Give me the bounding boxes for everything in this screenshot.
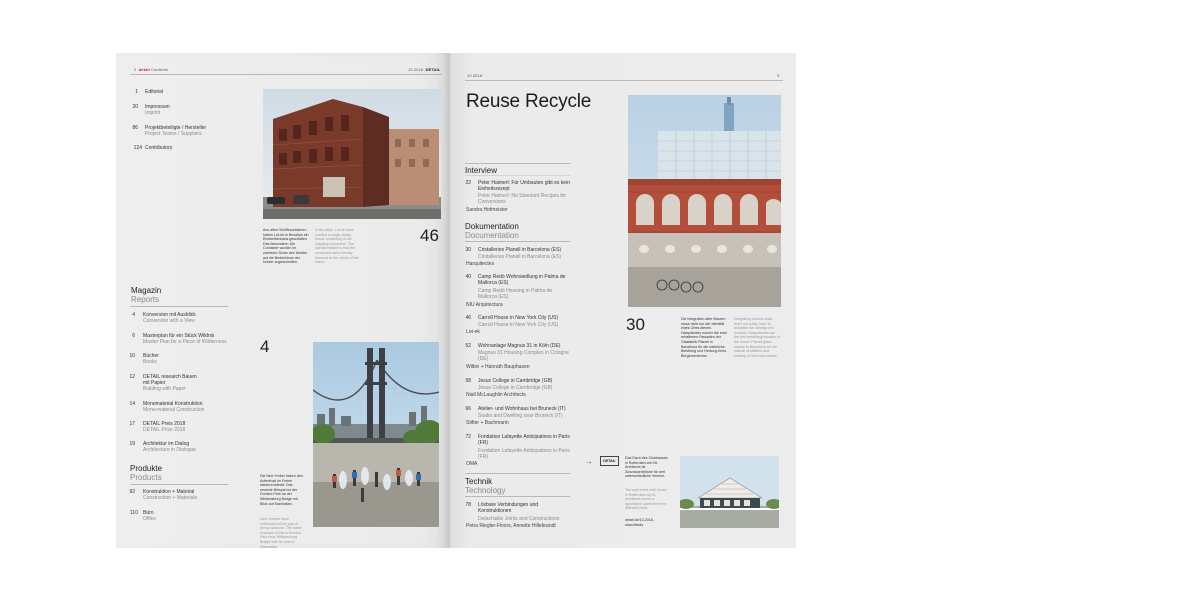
toc-num: 1	[135, 89, 138, 95]
toc-num: 17	[129, 421, 135, 427]
arrow-right-icon: →	[585, 457, 593, 466]
left-header: 2 detail Contents	[134, 67, 168, 72]
section-title: Produkte	[130, 464, 163, 473]
section-title: Interview	[465, 166, 498, 175]
feature-caption-de: Die Integration alter Mauern muss nicht …	[681, 317, 727, 358]
section-title: Technik	[465, 477, 493, 486]
page-title: Reuse Recycle	[466, 91, 592, 112]
toc-title: Atelier- und Wohnhaus bei Bruneck (IT)	[478, 406, 566, 412]
toc-title: Fondation Lafayette Anticipations in Par…	[478, 434, 570, 446]
toc-author: Stifter + Bachmann	[466, 420, 509, 426]
toc-author: NIU Arquitectura	[466, 302, 503, 308]
toc-num: 58	[465, 378, 471, 384]
toc-title: Peter Haimerl: Für Umbauten gibt es kein…	[478, 180, 570, 192]
toc-title-en: Camp Redó Housing in Palma de Mallorca (…	[478, 288, 553, 300]
toc-title: Contributors	[145, 145, 173, 151]
toc-num: 78	[465, 502, 471, 508]
toc-title: Lösbare Verbindungen und Konstruktionen	[478, 502, 539, 514]
toc-num: 10	[129, 353, 135, 359]
container-house-photo	[263, 89, 441, 219]
feature-number: 30	[626, 315, 645, 334]
clubhouse-photo	[680, 456, 779, 528]
toc-author: Petra Riegler-Floors, Annette Hillebrand…	[466, 523, 556, 529]
feature-caption-en: New Yorkers have rediscovered the joys o…	[260, 517, 302, 548]
toc-num: 40	[465, 274, 471, 280]
toc-title-en: Books	[143, 359, 157, 365]
toc-num: 20	[132, 104, 138, 110]
toc-num: 30	[465, 247, 471, 253]
feature-caption-en: In Brooklyn, Lot-ek have created a singl…	[315, 228, 359, 265]
toc-title-en: Project Teams / Suppliers	[145, 131, 202, 137]
section-title-en: Products	[130, 473, 162, 482]
toc-title: DETAIL research Bauen mit Papier	[143, 374, 197, 386]
toc-num: 46	[465, 315, 471, 321]
toc-author: Niall McLaughlin Architects	[466, 392, 526, 398]
toc-title-en: Mono-material Construction	[143, 407, 205, 413]
toc-author: Wilkin + Hanrath Bauphasen	[466, 364, 530, 370]
feature-number: 46	[420, 226, 439, 245]
left-page: 2 detail Contents 10.2018 DETAIL 1 Edito…	[116, 53, 450, 548]
feature-caption-de: Die New Yorker haben den Aufenthalt im F…	[260, 474, 303, 506]
toc-title-en: Fondation Lafayette Anticipations in Par…	[478, 448, 570, 460]
toc-title-en: Conversion with a View	[143, 318, 195, 324]
toc-title: Cristalleries Planell in Barcelona (ES)	[478, 247, 562, 253]
right-page: 10.2018 3 Reuse Recycle Interview 22 Pet…	[450, 53, 796, 548]
toc-title-en: Imprint	[145, 110, 161, 116]
toc-num: 52	[465, 343, 471, 349]
toc-num: 4	[132, 312, 135, 318]
toc-title-en: Office	[143, 516, 156, 522]
online-caption-de: Das Dach des Clubhauses in Rotterdam von…	[625, 456, 668, 479]
section-title-en: Documentation	[465, 231, 519, 240]
online-caption-en: The roof of the club house in Rotterdam …	[625, 488, 667, 511]
detail-logo: DETAIL	[600, 456, 619, 466]
toc-title-en: Master Plan for a Piece of Wilderness	[143, 339, 227, 345]
toc-title-en: Carroll House in New York City (US)	[478, 322, 559, 328]
toc-num: 92	[129, 489, 135, 495]
toc-author: OMA	[466, 461, 478, 467]
toc-num: 14	[129, 401, 135, 407]
section-title-en: Reports	[131, 295, 160, 304]
toc-title: Camp Redó Wohnsiedlung in Palma de Mallo…	[478, 274, 566, 286]
toc-title: Wohnanlage Magnus 31 in Köln (DE)	[478, 343, 561, 349]
factory-facade-photo	[628, 95, 781, 307]
right-header-issue: 10.2018	[467, 73, 483, 78]
toc-num: 6	[132, 333, 135, 339]
toc-title-en: Construction + Materials	[143, 495, 198, 501]
toc-title-en: DETAIL Prize 2018	[143, 427, 186, 433]
toc-title: Carroll House in New York City (US)	[478, 315, 559, 321]
toc-title-en: Jesus College in Cambridge (GB)	[478, 385, 553, 391]
toc-num: 12	[129, 374, 135, 380]
toc-author: Sandra Hofmeister	[466, 207, 508, 213]
feature-caption-de: Aus alten Schiffscontainern haben Lot-ek…	[263, 228, 309, 265]
toc-title-en: Architecture in Dialogue	[143, 447, 197, 453]
toc-title-en: Detachable Joints and Constructions	[478, 516, 560, 522]
toc-title-en: Studio and Dwelling near Bruneck (IT)	[478, 413, 563, 419]
toc-title-en: Building with Paper	[143, 386, 186, 392]
toc-title: Jesus College in Cambridge (GB)	[478, 378, 553, 384]
toc-author: Harquitectes	[466, 261, 495, 267]
toc-title-en: Cristalleries Planell in Barcelona (ES)	[478, 254, 562, 260]
toc-title-en: Magnus 31 Housing Complex in Cologne (DE…	[478, 350, 569, 362]
toc-num: 110	[130, 510, 138, 516]
toc-title-en: Peter Haimerl: No Standard Recipes for C…	[478, 193, 567, 205]
online-link[interactable]: detail.de/10-2018-nlarchitects	[625, 518, 669, 527]
feature-number: 4	[260, 337, 270, 356]
feature-caption-en: Integrating historic walls does not sole…	[734, 317, 780, 358]
toc-num: 66	[465, 406, 471, 412]
section-title: Dokumentation	[465, 222, 519, 231]
toc-num: 19	[129, 441, 135, 447]
toc-num: 124	[133, 145, 142, 151]
toc-num: 72	[465, 434, 471, 440]
toc-num: 86	[132, 125, 138, 131]
section-title-en: Technology	[465, 486, 506, 495]
left-header-right: 10.2018 DETAIL	[408, 67, 441, 72]
toc-num: 22	[465, 180, 471, 186]
toc-title: Editorial	[145, 89, 164, 95]
domino-park-photo	[313, 342, 439, 527]
section-title: Magazin	[131, 286, 162, 295]
toc-author: Lot-ek	[466, 329, 480, 335]
right-header-page: 3	[777, 73, 780, 78]
